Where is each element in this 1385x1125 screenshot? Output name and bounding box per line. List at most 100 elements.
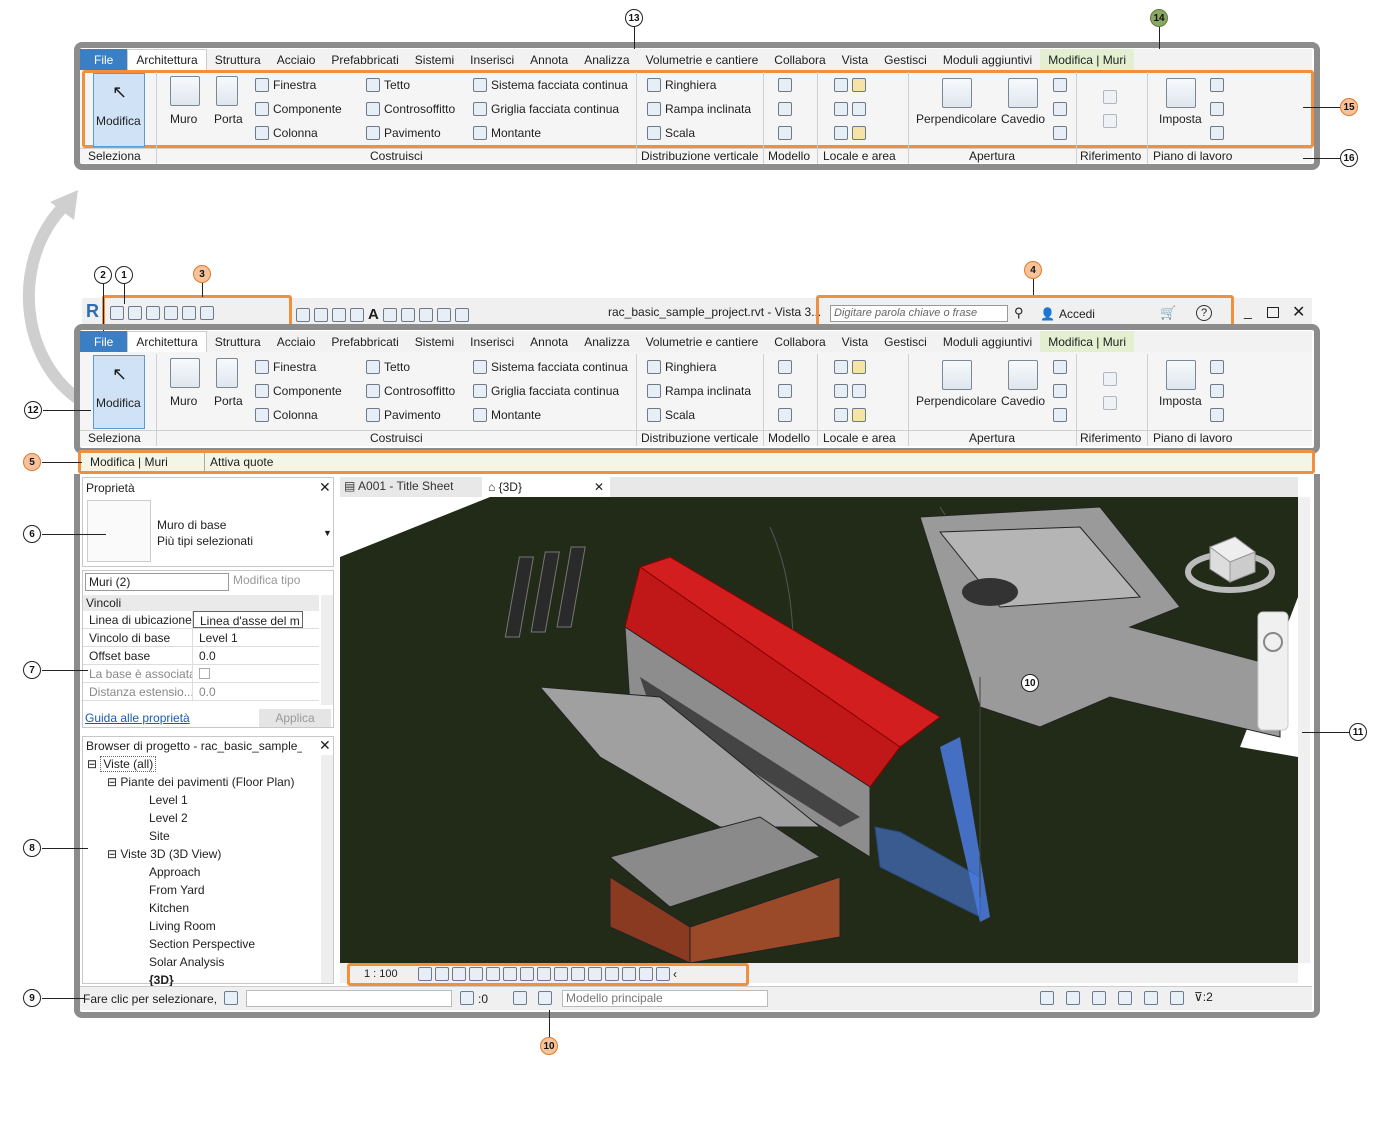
tab-modifica-muri[interactable]: Modifica | Muri <box>1040 49 1135 70</box>
temp-view-props-icon[interactable] <box>588 967 602 981</box>
tab-collabora[interactable]: Collabora <box>766 49 833 70</box>
level-button[interactable] <box>1103 372 1117 386</box>
attiva-quote-button[interactable]: Attiva quote <box>204 453 273 471</box>
tab-acciaio[interactable]: Acciaio <box>269 49 324 70</box>
cavedio-button[interactable]: Cavedio <box>1001 112 1045 126</box>
room-tag-button[interactable] <box>834 102 866 116</box>
minimize-icon[interactable]: _ <box>1244 303 1252 319</box>
tab-file[interactable]: File <box>80 331 128 352</box>
dormer-button[interactable] <box>1053 126 1067 140</box>
browser-scrollbar[interactable] <box>321 755 333 983</box>
pavimento-button[interactable]: Pavimento <box>366 126 441 140</box>
tab-gestisci[interactable]: Gestisci <box>876 331 935 352</box>
ref-plane-button[interactable] <box>1210 102 1224 116</box>
room-button[interactable] <box>834 360 866 374</box>
tab-struttura[interactable]: Struttura <box>207 331 269 352</box>
model-text-button[interactable] <box>778 360 792 374</box>
sistema-facciata-button[interactable]: Sistema facciata continua <box>473 360 628 374</box>
tree-item[interactable]: Kitchen <box>87 899 317 917</box>
tab-moduli[interactable]: Moduli aggiuntivi <box>935 331 1040 352</box>
panel-locale[interactable]: Locale e area <box>823 431 896 445</box>
close-browser-icon[interactable]: ✕ <box>319 737 331 754</box>
cavedio-button[interactable]: Cavedio <box>1001 394 1045 408</box>
area-tag-button[interactable] <box>834 126 866 140</box>
design-option-select[interactable]: Modello principale <box>562 990 768 1007</box>
controsoffitto-button[interactable]: Controsoffitto <box>366 384 455 398</box>
prop-row[interactable]: Vincolo di base Level 1 <box>83 629 319 647</box>
view-vscrollbar[interactable] <box>1298 497 1310 963</box>
modifica-button[interactable]: ↖ Modifica <box>93 355 145 429</box>
colonna-button[interactable]: Colonna <box>255 126 318 140</box>
tab-sistemi[interactable]: Sistemi <box>407 49 462 70</box>
tree-item[interactable]: From Yard <box>87 881 317 899</box>
qat-more-icons[interactable]: A <box>296 306 469 323</box>
rampa-button[interactable]: Rampa inclinata <box>647 102 751 116</box>
montante-button[interactable]: Montante <box>473 408 541 422</box>
folder-icon[interactable] <box>128 306 142 320</box>
porta-button[interactable]: Porta <box>214 112 243 126</box>
grid-button[interactable] <box>1103 396 1117 410</box>
componente-button[interactable]: Componente <box>255 384 342 398</box>
muro-button[interactable]: Muro <box>170 394 197 408</box>
finestra-button[interactable]: Finestra <box>255 78 316 92</box>
vertical-opening-button[interactable] <box>1053 384 1067 398</box>
imposta-button[interactable]: Imposta <box>1159 394 1202 408</box>
tree-item[interactable]: Living Room <box>87 917 317 935</box>
help-icon[interactable]: ? <box>1196 305 1212 321</box>
muro-button[interactable]: Muro <box>170 112 197 126</box>
cart-icon[interactable]: 🛒 <box>1160 305 1176 321</box>
select-by-face-icon[interactable] <box>1118 991 1132 1005</box>
tag-icon[interactable] <box>350 307 364 322</box>
thin-lines-icon[interactable] <box>418 307 433 322</box>
componente-button[interactable]: Componente <box>255 102 342 116</box>
dimension-icon[interactable] <box>332 307 346 322</box>
close-icon[interactable]: ✕ <box>1292 302 1305 322</box>
viewer-button[interactable] <box>1210 408 1224 422</box>
tree-item[interactable]: Section Perspective <box>87 935 317 953</box>
group-vincoli[interactable]: Vincoli <box>83 595 319 611</box>
area-tag-button[interactable] <box>834 408 866 422</box>
tab-analizza[interactable]: Analizza <box>576 331 637 352</box>
tree-item[interactable]: ⊟ Viste (all) <box>87 755 317 773</box>
workset-select[interactable] <box>246 990 452 1007</box>
text-icon[interactable]: A <box>368 306 379 323</box>
save-icon[interactable] <box>146 306 160 320</box>
panel-seleziona[interactable]: Seleziona <box>88 149 141 163</box>
type-selector-arrow-icon[interactable]: ▼ <box>323 528 332 538</box>
close-hidden-icon[interactable] <box>436 307 451 322</box>
filter-count[interactable]: ⊽:2 <box>1194 990 1213 1004</box>
prop-value[interactable]: Level 1 <box>193 629 303 646</box>
editable-only-icon[interactable] <box>460 991 474 1005</box>
apply-button[interactable]: Applica <box>259 709 331 727</box>
show-workplane-button[interactable] <box>1210 78 1224 92</box>
maximize-icon[interactable] <box>1267 307 1279 318</box>
panel-seleziona[interactable]: Seleziona <box>88 431 141 445</box>
tab-gestisci[interactable]: Gestisci <box>876 49 935 70</box>
switch-windows-icon[interactable] <box>454 307 469 322</box>
workset-icon[interactable] <box>224 991 238 1005</box>
tab-volumetrie[interactable]: Volumetrie e cantiere <box>638 331 767 352</box>
tab-prefabbricati[interactable]: Prefabbricati <box>323 49 406 70</box>
select-links-icon[interactable] <box>1040 991 1054 1005</box>
scale-selector[interactable]: 1 : 100 <box>364 968 398 980</box>
undo-icon[interactable] <box>182 306 196 320</box>
imposta-button[interactable]: Imposta <box>1159 112 1202 126</box>
tab-architettura[interactable]: Architettura <box>127 331 207 352</box>
tab-annota[interactable]: Annota <box>522 331 576 352</box>
tab-collabora[interactable]: Collabora <box>766 331 833 352</box>
room-tag-button[interactable] <box>834 384 866 398</box>
tab-architettura[interactable]: Architettura <box>127 49 207 70</box>
griglia-facciata-button[interactable]: Griglia facciata continua <box>473 384 619 398</box>
open-icon[interactable] <box>110 306 124 320</box>
binoculars-icon[interactable]: ⚲ <box>1014 305 1024 321</box>
tab-prefabbricati[interactable]: Prefabbricati <box>323 331 406 352</box>
tab-struttura[interactable]: Struttura <box>207 49 269 70</box>
tab-title-sheet[interactable]: ▤ A001 - Title Sheet <box>344 479 453 493</box>
reveal-constraints-icon[interactable] <box>656 967 670 981</box>
revit-logo[interactable]: R <box>86 301 99 322</box>
lock-view-icon[interactable] <box>537 967 551 981</box>
wall-opening-button[interactable] <box>1053 78 1067 92</box>
crop-view-icon[interactable] <box>503 967 517 981</box>
design-options-icon[interactable] <box>513 991 527 1005</box>
sun-path-icon[interactable] <box>452 967 466 981</box>
